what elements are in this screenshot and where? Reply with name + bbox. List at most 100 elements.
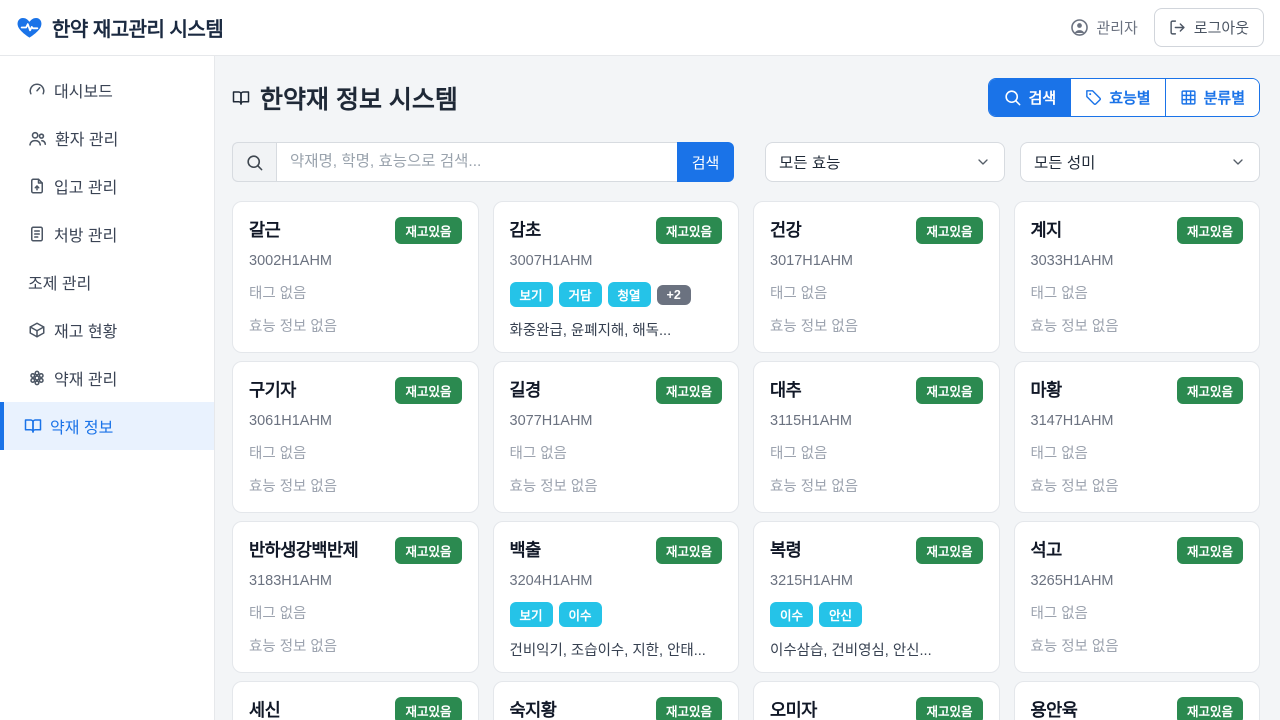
efficacy-filter-value: 모든 효능 [779,151,840,173]
herb-card[interactable]: 마황 재고있음 3147H1AHM 태그 없음 효능 정보 없음 [1014,361,1261,513]
users-icon [28,129,47,148]
herb-efficacy: 건비익기, 조습이수, 지한, 안태... [510,639,723,660]
book-open-icon [232,89,250,107]
herb-tags: 보기이수 [510,602,723,627]
no-tags-label: 태그 없음 [249,602,306,623]
page-title-text: 한약재 정보 시스템 [260,80,458,116]
search-button[interactable]: 검색 [677,142,734,182]
book-open-icon [24,417,42,435]
herb-efficacy: 효능 정보 없음 [1031,475,1244,496]
no-tags-label: 태그 없음 [1031,442,1088,463]
sidebar-item-재고-현황[interactable]: 재고 현황 [0,306,214,354]
view-tab-group: 검색효능별 분류별 [988,78,1260,117]
herb-card[interactable]: 오미자 재고있음 태그 없음 효능 정보 없음 [753,681,1000,720]
no-tags-label: 태그 없음 [510,442,567,463]
herb-efficacy: 효능 정보 없음 [510,475,723,496]
herb-code: 3147H1AHM [1031,413,1244,429]
no-tags-label: 태그 없음 [1031,602,1088,623]
box-icon [28,321,46,339]
herb-card[interactable]: 복령 재고있음 3215H1AHM 이수안신 이수삼습, 건비영심, 안신... [753,521,1000,673]
chevron-down-icon [1230,154,1246,170]
herb-tags: 보기거담청열 +2 [510,282,723,307]
user-circle-icon [1070,18,1089,37]
herb-card[interactable]: 계지 재고있음 3033H1AHM 태그 없음 효능 정보 없음 [1014,201,1261,353]
herb-efficacy: 효능 정보 없음 [1031,315,1244,336]
herb-code: 3061H1AHM [249,413,462,429]
chevron-down-icon [975,154,991,170]
search-input[interactable] [276,142,677,182]
logout-label: 로그아웃 [1194,17,1249,38]
herb-code: 3204H1AHM [510,573,723,589]
herb-card[interactable]: 감초 재고있음 3007H1AHM 보기거담청열+2 화중완급, 윤폐지해, 해… [493,201,740,353]
herb-card[interactable]: 숙지황 재고있음 태그 없음 효능 정보 없음 [493,681,740,720]
stock-status-badge: 재고있음 [1177,697,1243,720]
sidebar-item-처방-관리[interactable]: 처방 관리 [0,210,214,258]
sidebar-item-조제-관리[interactable]: 조제 관리 [0,258,214,306]
herb-card[interactable]: 석고 재고있음 3265H1AHM 태그 없음 효능 정보 없음 [1014,521,1261,673]
brand: 한약 재고관리 시스템 [16,13,223,42]
top-bar: 한약 재고관리 시스템 관리자 로그아웃 [0,0,1280,56]
herb-card[interactable]: 반하생강백반제 재고있음 3183H1AHM 태그 없음 효능 정보 없음 [232,521,479,673]
page-title: 한약재 정보 시스템 [232,80,458,116]
sidebar-item-대시보드[interactable]: 대시보드 [0,66,214,114]
stock-status-badge: 재고있음 [916,537,982,564]
herb-name: 계지 [1031,217,1062,242]
herb-efficacy: 이수삼습, 건비영심, 안신... [770,639,983,660]
flower-icon [28,369,46,387]
herb-card[interactable]: 구기자 재고있음 3061H1AHM 태그 없음 효능 정보 없음 [232,361,479,513]
herb-card[interactable]: 백출 재고있음 3204H1AHM 보기이수 건비익기, 조습이수, 지한, 안… [493,521,740,673]
stock-status-badge: 재고있음 [1177,377,1243,404]
herb-name: 대추 [770,377,801,402]
efficacy-tag: 거담 [559,282,602,307]
tab-label: 분류별 [1204,87,1245,108]
herb-efficacy: 효능 정보 없음 [249,475,462,496]
herb-card[interactable]: 세신 재고있음 태그 없음 효능 정보 없음 [232,681,479,720]
more-tags-badge: +2 [657,285,691,305]
sidebar-item-약재-정보[interactable]: 약재 정보 [0,402,214,450]
herb-card[interactable]: 건강 재고있음 3017H1AHM 태그 없음 효능 정보 없음 [753,201,1000,353]
heart-pulse-icon [16,14,43,41]
efficacy-tag: 보기 [510,602,553,627]
efficacy-tag: 보기 [510,282,553,307]
dashboard-icon [28,81,46,99]
sidebar-item-label: 재고 현황 [54,318,117,342]
sidebar-item-label: 조제 관리 [28,270,91,294]
sidebar-item-약재-관리[interactable]: 약재 관리 [0,354,214,402]
efficacy-filter-select[interactable]: 모든 효능 [765,142,1005,182]
top-right-actions: 관리자 로그아웃 [1070,8,1264,47]
herb-name: 복령 [770,537,801,562]
sidebar-item-환자-관리[interactable]: 환자 관리 [0,114,214,162]
herb-code: 3017H1AHM [770,253,983,269]
stock-status-badge: 재고있음 [395,697,461,720]
efficacy-tag: 청열 [608,282,651,307]
current-user: 관리자 [1070,17,1137,38]
herb-tags: 태그 없음 [249,602,462,623]
sidebar-item-label: 환자 관리 [55,126,118,150]
herb-code: 3077H1AHM [510,413,723,429]
herb-tags: 태그 없음 [510,442,723,463]
herb-efficacy: 효능 정보 없음 [249,635,462,656]
herb-tags: 태그 없음 [249,282,462,303]
stock-status-badge: 재고있음 [916,217,982,244]
herb-card[interactable]: 대추 재고있음 3115H1AHM 태그 없음 효능 정보 없음 [753,361,1000,513]
sidebar-item-입고-관리[interactable]: 입고 관리 [0,162,214,210]
stock-status-badge: 재고있음 [1177,217,1243,244]
tab-검색[interactable]: 검색 [989,79,1071,116]
stock-status-badge: 재고있음 [656,377,722,404]
property-filter-select[interactable]: 모든 성미 [1020,142,1260,182]
herb-tags: 이수안신 [770,602,983,627]
herb-efficacy: 효능 정보 없음 [249,315,462,336]
herb-card[interactable]: 용안육 재고있음 태그 없음 효능 정보 없음 [1014,681,1261,720]
herb-tags: 태그 없음 [770,282,983,303]
tab-효능별[interactable]: 효능별 [1070,79,1164,116]
stock-status-badge: 재고있음 [656,537,722,564]
stock-status-badge: 재고있음 [395,537,461,564]
herb-card[interactable]: 갈근 재고있음 3002H1AHM 태그 없음 효능 정보 없음 [232,201,479,353]
tab-분류별[interactable]: 분류별 [1165,79,1259,116]
herb-card[interactable]: 길경 재고있음 3077H1AHM 태그 없음 효능 정보 없음 [493,361,740,513]
herb-tags: 태그 없음 [1031,602,1244,623]
logout-button[interactable]: 로그아웃 [1154,8,1264,47]
no-tags-label: 태그 없음 [1031,282,1088,303]
sidebar-item-label: 약재 관리 [54,366,117,390]
herb-efficacy: 효능 정보 없음 [1031,635,1244,656]
